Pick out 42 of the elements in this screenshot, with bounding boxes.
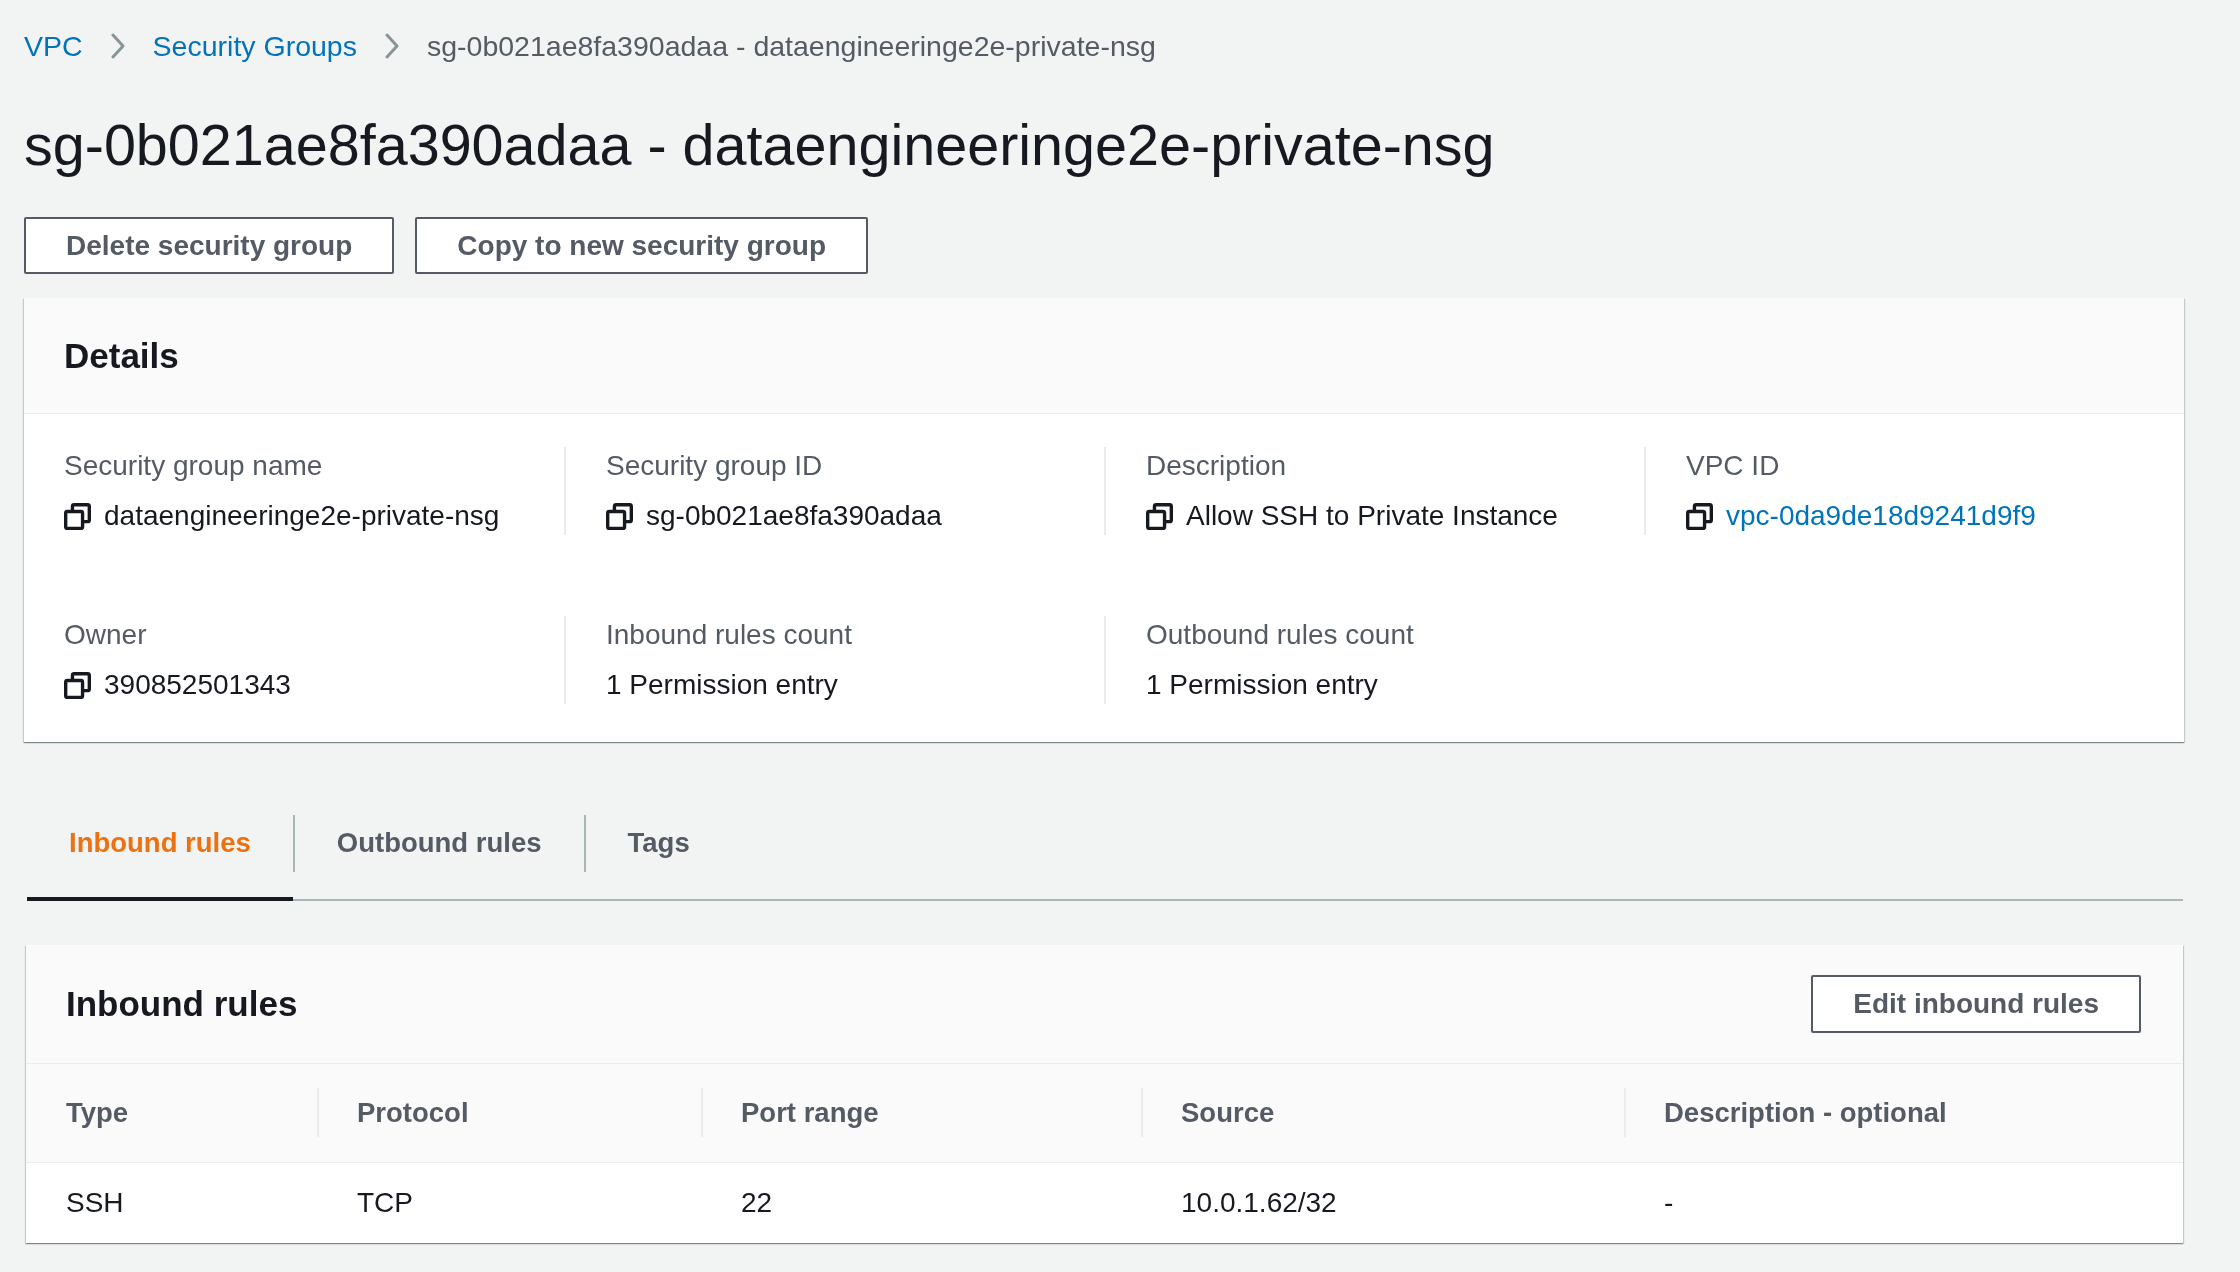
copy-icon[interactable] bbox=[64, 671, 91, 699]
field-label: Security group ID bbox=[606, 449, 823, 483]
tab[interactable]: Tags bbox=[585, 788, 732, 901]
panel-title: Inbound rules bbox=[66, 983, 298, 1025]
field-label: VPC ID bbox=[1686, 449, 1780, 483]
field-label: Inbound rules count bbox=[606, 618, 852, 652]
field-value: 1 Permission entry bbox=[606, 668, 838, 702]
action-button[interactable]: Delete security group bbox=[24, 217, 395, 274]
copy-icon[interactable] bbox=[606, 502, 633, 530]
field-value: 1 Permission entry bbox=[1146, 668, 1378, 702]
chevron-right-icon bbox=[109, 33, 126, 59]
column-header: Port range bbox=[701, 1064, 1141, 1162]
field-value: sg-0b021ae8fa390adaa bbox=[646, 499, 942, 533]
table-cell: SSH bbox=[26, 1162, 317, 1243]
tab[interactable]: Outbound rules bbox=[294, 788, 584, 901]
panel-title: Details bbox=[64, 334, 179, 377]
table-cell: 22 bbox=[701, 1162, 1141, 1243]
action-button[interactable]: Copy to new security group bbox=[415, 217, 868, 274]
table-cell: 10.0.1.62/32 bbox=[1141, 1162, 1624, 1243]
chevron-right-icon bbox=[383, 33, 400, 59]
field-value: Allow SSH to Private Instance bbox=[1186, 499, 1558, 533]
copy-icon[interactable] bbox=[1686, 502, 1713, 530]
copy-icon[interactable] bbox=[1146, 502, 1173, 530]
page-title: sg-0b021ae8fa390adaa - dataengineeringe2e-private-nsg bbox=[24, 112, 1495, 178]
column-header: Description - optional bbox=[1624, 1064, 2183, 1162]
field-label: Security group name bbox=[64, 449, 323, 483]
column-header: Type bbox=[26, 1064, 317, 1162]
field-value: dataengineeringe2e-private-nsg bbox=[104, 499, 500, 533]
field-value: 390852501343 bbox=[104, 668, 291, 702]
breadcrumb-current: sg-0b021ae8fa390adaa - dataengineeringe2e-private-nsg bbox=[426, 29, 1156, 64]
edit-button[interactable]: Edit inbound rules bbox=[1811, 975, 2141, 1033]
breadcrumb-link[interactable]: Security Groups bbox=[152, 28, 357, 64]
copy-icon[interactable] bbox=[64, 502, 91, 530]
field-link[interactable]: vpc-0da9de18d9241d9f9 bbox=[1726, 497, 2036, 535]
table-cell: - bbox=[1624, 1162, 2183, 1243]
column-header: Protocol bbox=[317, 1064, 701, 1162]
breadcrumb-link[interactable]: VPC bbox=[24, 28, 83, 64]
field-label: Description bbox=[1146, 449, 1287, 483]
column-header: Source bbox=[1141, 1064, 1624, 1162]
field-label: Owner bbox=[64, 618, 147, 652]
table-cell: TCP bbox=[317, 1162, 701, 1243]
field-label: Outbound rules count bbox=[1146, 618, 1414, 652]
